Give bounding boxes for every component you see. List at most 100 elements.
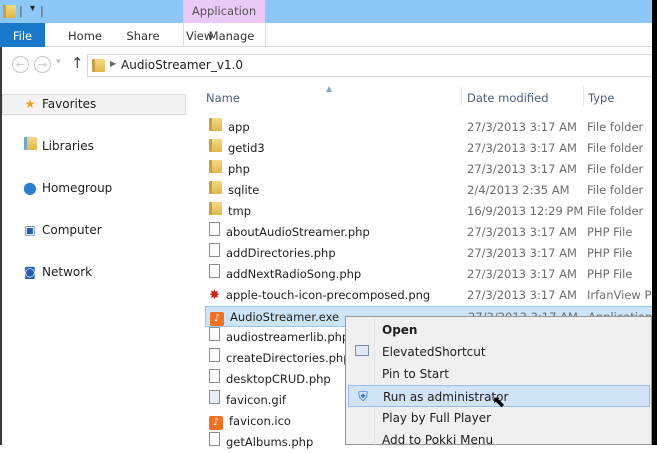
file-name-cell: ♪ favicon.ico <box>209 411 291 432</box>
chevron-right-icon[interactable]: ▶ <box>110 59 116 68</box>
file-name: sqlite <box>228 183 260 197</box>
sidebar-item-libraries[interactable]: Libraries <box>22 136 94 156</box>
file-date: 27/3/2013 3:17 AM <box>467 246 577 260</box>
sidebar-item-favorites[interactable]: ★ Favorites <box>22 94 97 114</box>
file-name: tmp <box>228 204 252 218</box>
file-name: app <box>228 120 250 134</box>
file-name: php <box>228 162 250 176</box>
menu-item-label: Play by Full Player <box>382 411 492 425</box>
folder-icon <box>209 202 222 215</box>
file-name-cell: createDirectories.php <box>209 348 351 369</box>
document-icon <box>209 432 220 446</box>
folder-icon <box>209 118 222 131</box>
sidebar-item-label: Computer <box>42 223 102 237</box>
star-icon: ★ <box>24 97 36 111</box>
file-type: IrfanView PNG <box>587 288 651 302</box>
column-header-date[interactable]: Date modified <box>467 91 549 105</box>
folder-icon <box>3 5 16 18</box>
mouse-cursor-icon: ⬉ <box>492 392 506 411</box>
menu-item-label: Open <box>382 323 418 337</box>
tab-share[interactable]: Share <box>118 23 168 47</box>
file-date: 27/3/2013 3:17 AM <box>467 288 577 302</box>
file-row[interactable]: addNextRadioSong.php 27/3/2013 3:17 AM PHP… <box>205 264 657 285</box>
file-name: desktopCRUD.php <box>226 372 331 386</box>
tab-manage[interactable]: Manage <box>184 23 265 47</box>
file-row[interactable]: tmp 16/9/2013 12:29 PM File folder <box>205 201 657 222</box>
file-name-cell: tmp <box>209 201 251 222</box>
sidebar-item-label: Favorites <box>42 97 97 111</box>
menu-item-elevatedshortcut[interactable]: ElevatedShortcut <box>348 341 650 363</box>
uac-shield-icon: ⛨ <box>358 390 368 405</box>
file-name-cell: ✸ apple-touch-icon-precomposed.png <box>209 285 430 306</box>
file-type: File folder <box>587 204 644 218</box>
folder-icon <box>209 160 222 173</box>
sidebar-item-homegroup[interactable]: ⬤ Homegroup <box>22 178 112 198</box>
file-name-cell: favicon.gif <box>209 390 286 411</box>
file-row[interactable]: sqlite 2/4/2013 2:35 AM File folder <box>205 180 657 201</box>
file-row[interactable]: ✸ apple-touch-icon-precomposed.png 27/3/20… <box>205 285 657 306</box>
tab-home[interactable]: Home <box>60 23 110 47</box>
sidebar-item-computer[interactable]: ▣ Computer <box>22 220 102 240</box>
sort-ascending-icon: ▲ <box>326 84 333 93</box>
menu-item-label: Run as administrator <box>383 390 509 404</box>
menu-item-label: ElevatedShortcut <box>382 345 486 359</box>
file-date: 27/3/2013 3:17 AM <box>467 225 577 239</box>
file-row[interactable]: getid3 27/3/2013 3:17 AM File folder <box>205 138 657 159</box>
file-row[interactable]: php 27/3/2013 3:17 AM File folder <box>205 159 657 180</box>
file-name-cell: desktopCRUD.php <box>209 369 331 390</box>
file-name: getid3 <box>228 141 265 155</box>
column-divider[interactable] <box>461 86 462 106</box>
file-name-cell: sqlite <box>209 180 259 201</box>
file-date: 27/3/2013 3:17 AM <box>467 267 577 281</box>
address-bar[interactable]: ▶ AudioStreamer_v1.0 <box>87 54 657 77</box>
context-menu: Open ElevatedShortcut Pin to Start ⛨ Run as … <box>345 316 652 447</box>
file-name-cell: ♪ AudioStreamer.exe <box>210 307 339 328</box>
file-row[interactable]: aboutAudioStreamer.php 27/3/2013 3:17 AM P… <box>205 222 657 243</box>
sidebar-item-label: Network <box>42 265 93 279</box>
file-name-cell: audiostreamerlib.php <box>209 327 349 348</box>
recent-locations-dropdown-icon[interactable]: ▾ <box>56 57 61 67</box>
up-arrow-icon[interactable]: ↑ <box>71 54 84 72</box>
document-icon <box>209 264 220 278</box>
file-name: getAlbums.php <box>226 435 314 449</box>
computer-icon: ▣ <box>24 223 36 237</box>
sidebar-item-label: Libraries <box>42 139 94 153</box>
application-tools-label: Application Tools <box>183 0 265 41</box>
file-name-cell: app <box>209 117 250 138</box>
menu-item-add-to-pokki-menu[interactable]: Add to Pokki Menu <box>348 429 650 451</box>
file-name-cell: getid3 <box>209 138 265 159</box>
homegroup-icon: ⬤ <box>23 181 37 195</box>
sidebar-item-network[interactable]: ◙ Network <box>22 262 92 282</box>
forward-button[interactable]: → <box>34 56 51 73</box>
file-name: AudioStreamer.exe <box>230 310 340 324</box>
menu-item-open[interactable]: Open <box>348 319 650 341</box>
file-row[interactable]: app 27/3/2013 3:17 AM File folder <box>205 117 657 138</box>
file-name-cell: getAlbums.php <box>209 432 313 453</box>
window-icon <box>354 344 370 360</box>
separator: | <box>40 4 44 18</box>
address-path: AudioStreamer_v1.0 <box>121 58 244 72</box>
file-type: File folder <box>587 183 644 197</box>
menu-item-label: Pin to Start <box>382 367 449 381</box>
file-row[interactable]: addDirectories.php 27/3/2013 3:17 AM PHP F… <box>205 243 657 264</box>
column-header-name[interactable]: Name <box>206 91 240 105</box>
menu-item-label: Add to Pokki Menu <box>382 433 494 447</box>
folder-icon <box>209 139 222 152</box>
column-header-type[interactable]: Type <box>588 91 614 105</box>
tab-file[interactable]: File <box>0 23 45 47</box>
file-type: PHP File <box>587 225 633 239</box>
file-name: favicon.gif <box>226 393 286 407</box>
network-icon: ◙ <box>24 265 36 279</box>
document-icon <box>209 369 220 383</box>
file-name: aboutAudioStreamer.php <box>226 225 370 239</box>
back-button[interactable]: ← <box>12 56 29 73</box>
file-name-cell: addDirectories.php <box>209 243 336 264</box>
column-divider[interactable] <box>583 86 584 106</box>
file-name-cell: php <box>209 159 250 180</box>
menu-item-pin-to-start[interactable]: Pin to Start <box>348 363 650 385</box>
file-date: 2/4/2013 2:35 AM <box>467 183 570 197</box>
audio-app-icon: ♪ <box>210 312 224 326</box>
file-date: 27/3/2013 3:17 AM <box>467 141 577 155</box>
quick-access-dropdown-icon[interactable]: ▾ <box>30 3 35 14</box>
title-bar: | ▾ | <box>0 0 657 23</box>
